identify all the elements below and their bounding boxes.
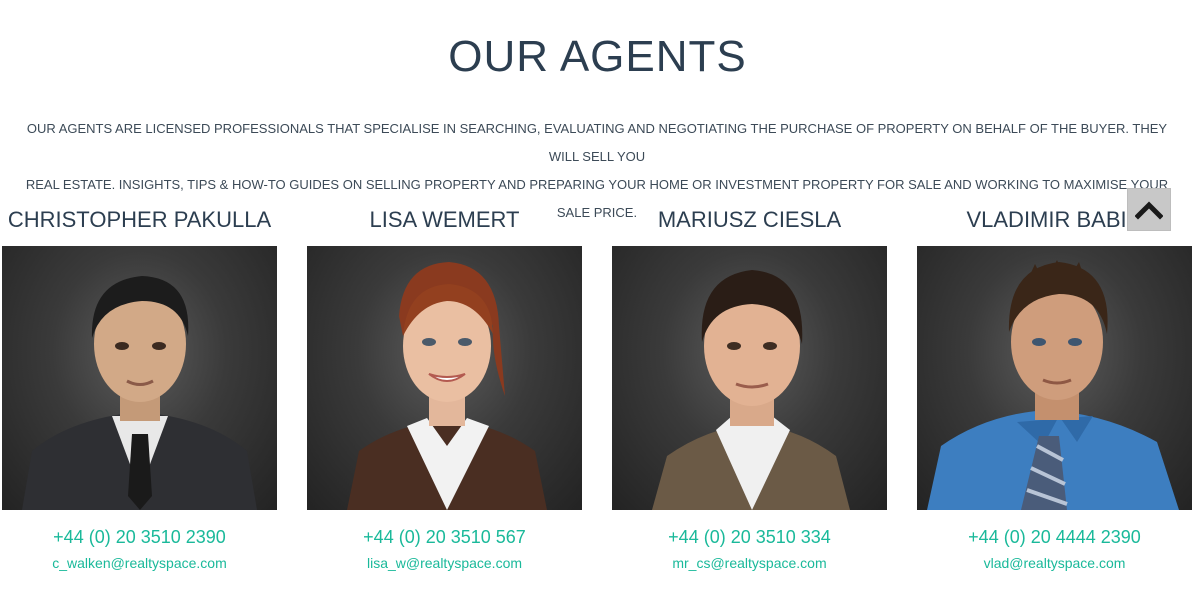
agent-photo [2, 246, 277, 510]
agent-photo [917, 246, 1192, 510]
agent-name: MARIUSZ CIESLA [657, 207, 842, 232]
agent-card: LISA WEMERT +44 (0) 20 3510 567 lisa_w@r… [307, 203, 582, 572]
chevron-up-icon [1135, 200, 1163, 220]
section-title: OUR AGENTS [448, 32, 747, 81]
agent-card: MARIUSZ CIESLA +44 (0) 20 3510 334 mr_cs… [612, 203, 887, 572]
agent-email[interactable]: mr_cs@realtyspace.com [612, 554, 887, 572]
agent-name: CHRISTOPHER PAKULLA [7, 207, 272, 232]
agent-phone[interactable]: +44 (0) 20 3510 2390 [2, 526, 277, 548]
agent-photo [612, 246, 887, 510]
agent-email[interactable]: vlad@realtyspace.com [917, 554, 1192, 572]
intro-line-1: OUR AGENTS ARE LICENSED PROFESSIONALS TH… [26, 121, 1168, 164]
agent-card: VLADIMIR BABIC +44 (0) 20 4444 2390 vlad… [917, 203, 1192, 572]
agent-name: LISA WEMERT [369, 207, 520, 232]
agent-phone[interactable]: +44 (0) 20 3510 334 [612, 526, 887, 548]
agent-phone[interactable]: +44 (0) 20 4444 2390 [917, 526, 1192, 548]
agent-phone[interactable]: +44 (0) 20 3510 567 [307, 526, 582, 548]
agent-photo [307, 246, 582, 510]
scroll-to-top-button[interactable] [1127, 188, 1171, 231]
agent-card: CHRISTOPHER PAKULLA +44 (0) 20 3510 2390… [2, 203, 277, 572]
agent-email[interactable]: c_walken@realtyspace.com [2, 554, 277, 572]
agent-email[interactable]: lisa_w@realtyspace.com [307, 554, 582, 572]
